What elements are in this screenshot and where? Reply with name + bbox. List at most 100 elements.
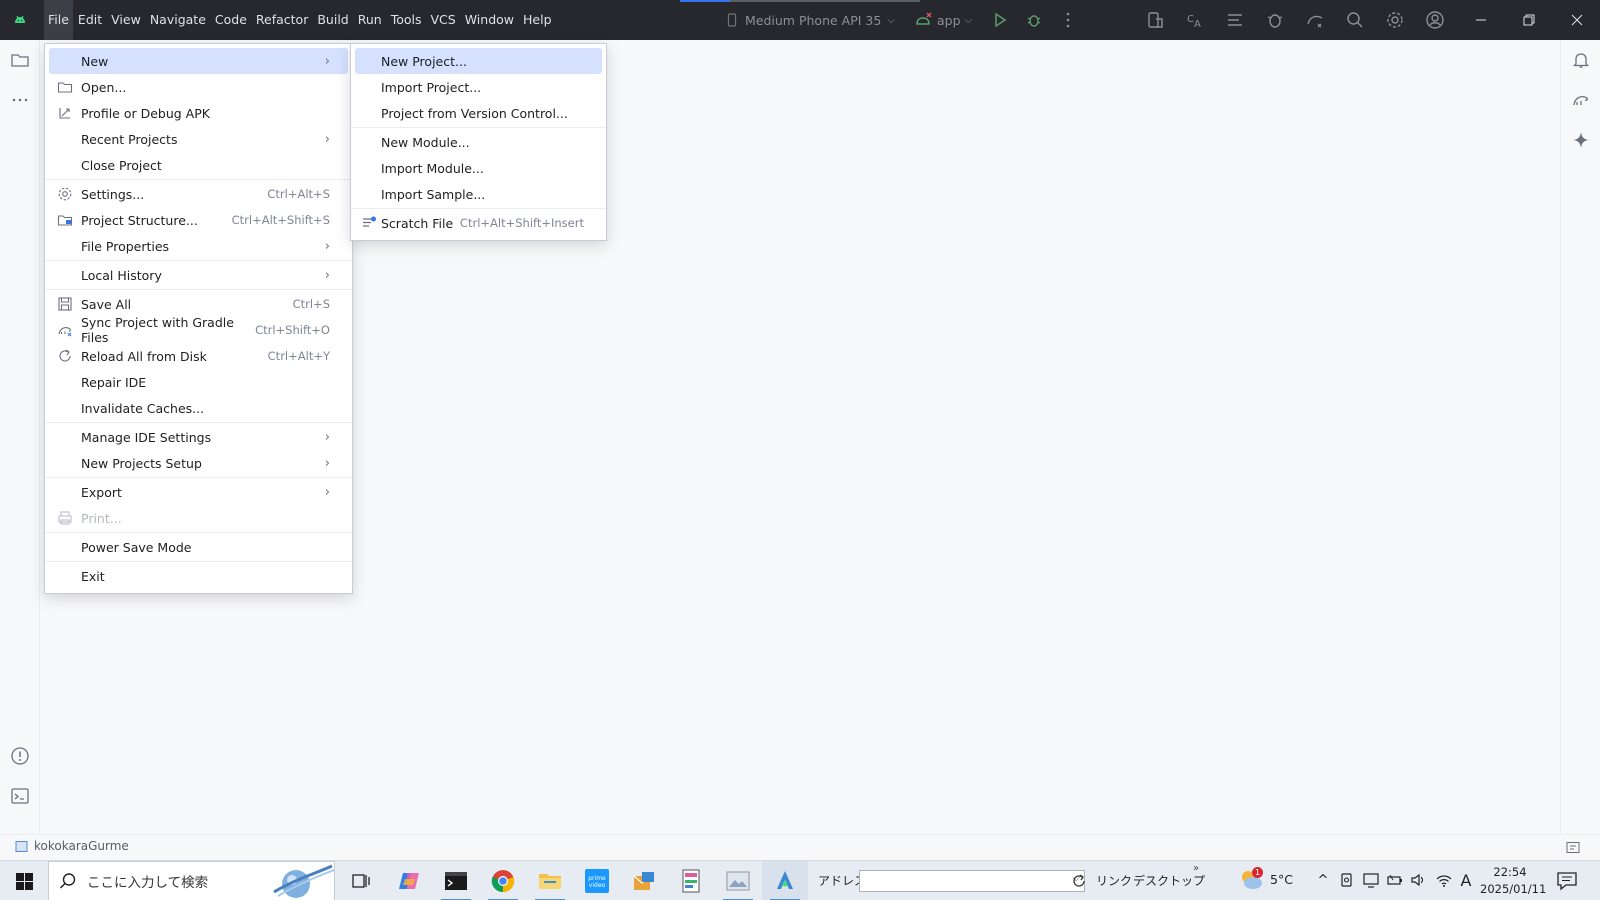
- menu-separator: [351, 208, 606, 209]
- submenu-item-new-project[interactable]: New Project...: [355, 48, 602, 74]
- menu-separator: [45, 477, 352, 478]
- menu-item-sync-project-with-gradle-files[interactable]: Sync Project with Gradle Files Ctrl+Shift…: [49, 315, 348, 345]
- ime-indicator[interactable]: A: [1457, 871, 1475, 890]
- project-structure-icon: [57, 215, 73, 226]
- refresh-icon[interactable]: [1070, 872, 1088, 890]
- menu-item-label: Project Structure...: [81, 212, 198, 228]
- menu-help[interactable]: Help: [519, 0, 556, 40]
- app-inspection-icon[interactable]: [1265, 10, 1285, 30]
- taskbar-android-studio[interactable]: [762, 861, 808, 900]
- menu-item-manage-ide-settings[interactable]: Manage IDE Settings ›: [49, 424, 348, 450]
- submenu-item-import-project[interactable]: Import Project...: [355, 74, 602, 100]
- menu-window[interactable]: Window: [461, 0, 518, 40]
- display-icon[interactable]: [1362, 871, 1380, 889]
- menu-item-exit[interactable]: Exit: [49, 563, 348, 589]
- action-center-icon[interactable]: [1556, 871, 1578, 891]
- menu-run[interactable]: Run: [354, 0, 386, 40]
- menu-vcs[interactable]: VCS: [427, 0, 460, 40]
- taskbar-search-box[interactable]: ここに入力して検索: [48, 861, 335, 900]
- account-icon[interactable]: [1425, 10, 1445, 30]
- menu-item-invalidate-caches[interactable]: Invalidate Caches...: [49, 395, 348, 421]
- gradle-sync-icon[interactable]: [1305, 10, 1325, 30]
- gear-icon[interactable]: [1385, 10, 1405, 30]
- menu-tools[interactable]: Tools: [387, 0, 426, 40]
- menu-item-settings[interactable]: Settings... Ctrl+Alt+S: [49, 181, 348, 207]
- taskbar-chrome[interactable]: [480, 861, 526, 900]
- menu-item-save-all[interactable]: Save All Ctrl+S: [49, 291, 348, 317]
- taskbar-mail-app[interactable]: [621, 861, 667, 900]
- menu-item-label: Save All: [81, 296, 132, 312]
- weather-widget[interactable]: 1 5°C: [1238, 867, 1293, 891]
- taskbar-photos-app[interactable]: [715, 861, 761, 900]
- menu-code[interactable]: Code: [211, 0, 251, 40]
- menu-build[interactable]: Build: [313, 0, 352, 40]
- menu-item-recent-projects[interactable]: Recent Projects ›: [49, 126, 348, 152]
- task-view-button[interactable]: [338, 861, 384, 900]
- run-icon[interactable]: [990, 10, 1010, 30]
- submenu-item-project-from-version-control[interactable]: Project from Version Control...: [355, 100, 602, 126]
- logcat-icon[interactable]: [1225, 10, 1245, 30]
- taskbar-file-explorer[interactable]: [527, 861, 573, 900]
- menu-item-new[interactable]: New ›: [49, 48, 348, 74]
- submenu-item-import-module[interactable]: Import Module...: [355, 155, 602, 181]
- show-hidden-icons-icon[interactable]: ^: [1314, 871, 1332, 889]
- translations-icon[interactable]: CA: [1185, 10, 1205, 30]
- taskbar-prime-video[interactable]: prime video: [574, 861, 620, 900]
- submenu-item-new-module[interactable]: New Module...: [355, 129, 602, 155]
- gradle-icon[interactable]: [1571, 90, 1591, 110]
- menu-item-close-project[interactable]: Close Project: [49, 152, 348, 178]
- menu-item-local-history[interactable]: Local History ›: [49, 262, 348, 288]
- more-tool-windows-icon[interactable]: [10, 90, 30, 110]
- taskbar-notes-app[interactable]: [668, 861, 714, 900]
- problems-icon[interactable]: [10, 746, 30, 766]
- debug-icon[interactable]: [1024, 10, 1044, 30]
- menu-item-new-projects-setup[interactable]: New Projects Setup ›: [49, 450, 348, 476]
- menu-item-open[interactable]: Open...: [49, 74, 348, 100]
- device-selector[interactable]: Medium Phone API 35 ⌵: [725, 0, 895, 40]
- battery-icon[interactable]: [1386, 871, 1404, 889]
- submenu-item-import-sample[interactable]: Import Sample...: [355, 181, 602, 207]
- taskbar-terminal[interactable]: [433, 861, 479, 900]
- menu-item-repair-ide[interactable]: Repair IDE: [49, 369, 348, 395]
- menu-view[interactable]: View: [107, 0, 145, 40]
- menu-navigate[interactable]: Navigate: [146, 0, 210, 40]
- more-actions-icon[interactable]: [1058, 10, 1078, 30]
- device-manager-icon[interactable]: [1145, 10, 1165, 30]
- chat-panel-icon[interactable]: [1566, 841, 1580, 855]
- submenu-item-scratch-file[interactable]: Scratch File Ctrl+Alt+Shift+Insert: [355, 210, 602, 236]
- links-toolbar-label[interactable]: リンク: [1096, 872, 1132, 889]
- menu-item-file-properties[interactable]: File Properties ›: [49, 233, 348, 259]
- notifications-icon[interactable]: [1571, 50, 1591, 70]
- project-folder-icon[interactable]: [10, 50, 30, 70]
- menu-item-power-save-mode[interactable]: Power Save Mode: [49, 534, 348, 560]
- clock[interactable]: 22:54 2025/01/11: [1480, 864, 1546, 898]
- menu-item-profile-or-debug-apk[interactable]: Profile or Debug APK: [49, 100, 348, 126]
- close-window-button[interactable]: [1554, 0, 1600, 40]
- windows-logo-icon: [15, 872, 33, 890]
- menu-item-export[interactable]: Export ›: [49, 479, 348, 505]
- menu-item-label: Recent Projects: [81, 131, 178, 147]
- run-configuration-selector[interactable]: app ⌵: [915, 0, 972, 40]
- menu-edit[interactable]: Edit: [74, 0, 106, 40]
- minimize-window-button[interactable]: [1458, 0, 1504, 40]
- menu-file[interactable]: File: [44, 0, 73, 40]
- start-button[interactable]: [0, 861, 48, 900]
- menu-item-project-structure[interactable]: Project Structure... Ctrl+Alt+Shift+S: [49, 207, 348, 233]
- android-studio-logo-icon[interactable]: [12, 12, 28, 28]
- meet-now-icon[interactable]: [1338, 871, 1356, 889]
- breadcrumb[interactable]: kokokaraGurme: [15, 839, 129, 853]
- menu-item-reload-all-from-disk[interactable]: Reload All from Disk Ctrl+Alt+Y: [49, 343, 348, 369]
- search-icon[interactable]: [1345, 10, 1365, 30]
- desktop-toolbar-label[interactable]: デスクトップ: [1133, 872, 1205, 889]
- toolbar-overflow-icon[interactable]: »: [1193, 863, 1199, 874]
- taskbar-copilot[interactable]: [386, 861, 432, 900]
- gemini-sparkle-icon[interactable]: [1571, 130, 1591, 150]
- volume-icon[interactable]: [1409, 871, 1427, 889]
- folder-icon: [57, 82, 73, 93]
- wifi-icon[interactable]: [1435, 871, 1453, 889]
- menu-refactor[interactable]: Refactor: [252, 0, 312, 40]
- restore-window-button[interactable]: [1506, 0, 1552, 40]
- prime-video-icon: primevideo: [585, 869, 609, 893]
- address-input[interactable]: ⌵: [859, 870, 1085, 892]
- terminal-icon[interactable]: [10, 786, 30, 806]
